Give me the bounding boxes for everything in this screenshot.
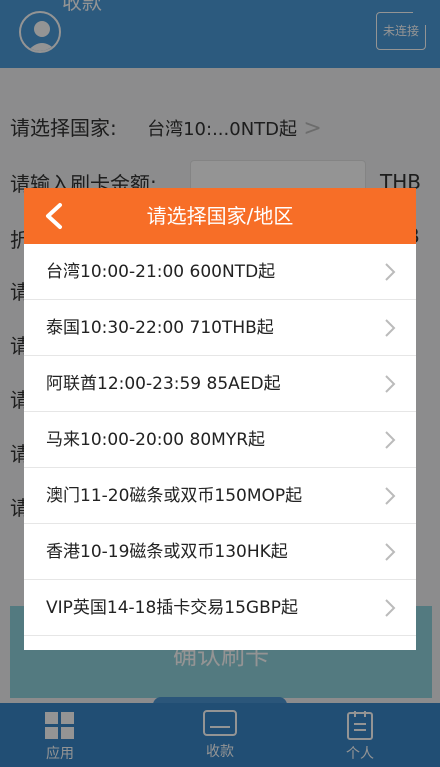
chevron-right-icon bbox=[385, 263, 396, 281]
chevron-right-icon bbox=[385, 599, 396, 617]
chevron-right-icon bbox=[385, 431, 396, 449]
country-picker-modal: 请选择国家/地区 台湾10:00-21:00 600NTD起 泰国10:30-2… bbox=[24, 188, 416, 650]
list-item-label: 台湾10:00-21:00 600NTD起 bbox=[46, 262, 276, 282]
list-item-label: VIP英国14-18插卡交易15GBP起 bbox=[46, 598, 299, 618]
list-item-label: 澳门11-20磁条或双币150MOP起 bbox=[46, 486, 303, 506]
back-chevron-icon[interactable] bbox=[42, 202, 68, 230]
list-item-label: 马来10:00-20:00 80MYR起 bbox=[46, 430, 266, 450]
country-item-thailand[interactable]: 泰国10:30-22:00 710THB起 bbox=[24, 300, 416, 356]
modal-title: 请选择国家/地区 bbox=[146, 204, 294, 228]
chevron-right-icon bbox=[385, 543, 396, 561]
country-item-hongkong[interactable]: 香港10-19磁条或双币130HK起 bbox=[24, 524, 416, 580]
chevron-right-icon bbox=[385, 487, 396, 505]
chevron-right-icon bbox=[385, 375, 396, 393]
list-item-label: 泰国10:30-22:00 710THB起 bbox=[46, 318, 274, 338]
list-item-label: 香港10-19磁条或双币130HK起 bbox=[46, 542, 288, 562]
country-item-taiwan[interactable]: 台湾10:00-21:00 600NTD起 bbox=[24, 244, 416, 300]
modal-header: 请选择国家/地区 bbox=[24, 188, 416, 244]
chevron-right-icon bbox=[385, 319, 396, 337]
country-item-uae[interactable]: 阿联酋12:00-23:59 85AED起 bbox=[24, 356, 416, 412]
country-item-macau[interactable]: 澳门11-20磁条或双币150MOP起 bbox=[24, 468, 416, 524]
list-item-label: 阿联酋12:00-23:59 85AED起 bbox=[46, 374, 281, 394]
country-item-malaysia[interactable]: 马来10:00-20:00 80MYR起 bbox=[24, 412, 416, 468]
country-item-uk-vip[interactable]: VIP英国14-18插卡交易15GBP起 bbox=[24, 580, 416, 636]
